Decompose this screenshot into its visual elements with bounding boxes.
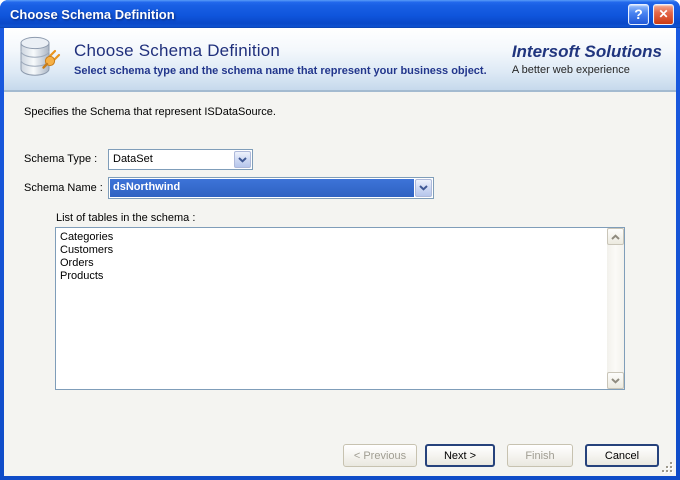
schema-name-dropdown-button[interactable]: [415, 179, 432, 197]
help-icon: ?: [634, 6, 643, 22]
next-button[interactable]: Next >: [425, 444, 495, 467]
page-subtitle: Select schema type and the schema name t…: [74, 65, 487, 77]
close-button[interactable]: ✕: [653, 4, 674, 25]
page-title: Choose Schema Definition: [74, 41, 487, 61]
tables-list-label: List of tables in the schema :: [56, 212, 195, 224]
window-title: Choose Schema Definition: [10, 7, 624, 22]
header-text: Choose Schema Definition Select schema t…: [74, 41, 487, 77]
finish-button: Finish: [507, 444, 573, 467]
schema-name-dropdown[interactable]: dsNorthwind: [108, 177, 434, 199]
cancel-button[interactable]: Cancel: [585, 444, 659, 467]
dialog-body: Specifies the Schema that represent ISDa…: [4, 92, 676, 476]
chevron-down-icon: [611, 378, 620, 384]
resize-grip[interactable]: [660, 460, 673, 473]
schema-type-label: Schema Type :: [24, 149, 97, 170]
wizard-header: Choose Schema Definition Select schema t…: [4, 28, 676, 92]
list-item[interactable]: Categories: [58, 231, 604, 244]
titlebar[interactable]: Choose Schema Definition ? ✕: [0, 0, 680, 28]
brand-name: Intersoft Solutions: [512, 42, 662, 62]
schema-type-dropdown-button[interactable]: [234, 151, 251, 168]
chevron-down-icon: [238, 157, 247, 163]
close-icon: ✕: [658, 7, 668, 21]
tables-listbox: Categories Customers Orders Products: [55, 227, 625, 390]
tables-list: Categories Customers Orders Products: [58, 231, 604, 283]
schema-name-label: Schema Name :: [24, 177, 103, 199]
schema-name-value: dsNorthwind: [110, 179, 414, 197]
chevron-up-icon: [611, 234, 620, 240]
list-item[interactable]: Customers: [58, 244, 604, 257]
list-item[interactable]: Orders: [58, 257, 604, 270]
dialog-frame: Choose Schema Definition Select schema t…: [4, 28, 676, 476]
vertical-scrollbar[interactable]: [607, 228, 624, 389]
dialog-window: Choose Schema Definition ? ✕: [0, 0, 680, 480]
brand-block: Intersoft Solutions A better web experie…: [512, 42, 662, 76]
chevron-down-icon: [419, 185, 428, 191]
scroll-down-button[interactable]: [607, 372, 624, 389]
help-button[interactable]: ?: [628, 4, 649, 25]
database-plug-icon: [16, 34, 62, 85]
description-text: Specifies the Schema that represent ISDa…: [24, 106, 276, 118]
brand-tagline: A better web experience: [512, 64, 662, 76]
list-item[interactable]: Products: [58, 270, 604, 283]
schema-type-value: DataSet: [109, 150, 233, 169]
previous-button: < Previous: [343, 444, 417, 467]
schema-type-dropdown[interactable]: DataSet: [108, 149, 253, 170]
scroll-up-button[interactable]: [607, 228, 624, 245]
